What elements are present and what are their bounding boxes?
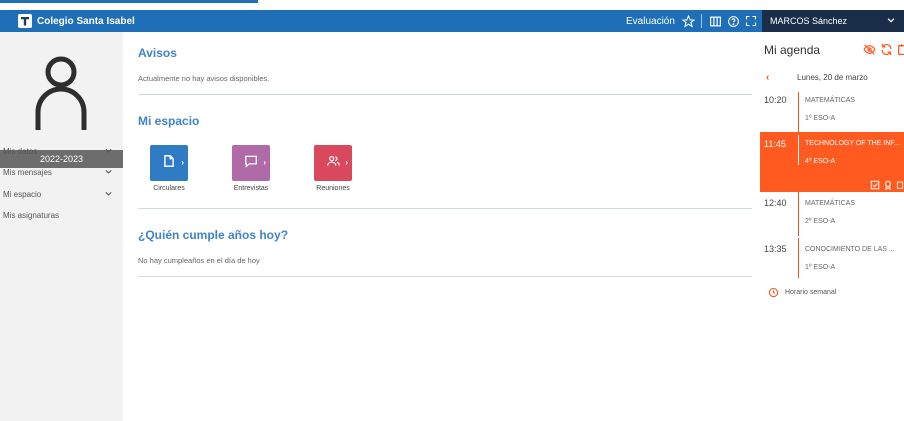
columns-icon[interactable]: [707, 13, 723, 29]
top-bar: Colegio Santa Isabel Evaluación MARCOS S…: [0, 10, 904, 32]
fullscreen-icon[interactable]: [743, 13, 759, 29]
help-icon[interactable]: [725, 13, 741, 29]
evaluation-link[interactable]: Evaluación: [626, 10, 675, 32]
sidebar-item-mis-asignaturas[interactable]: Mis asignaturas: [0, 206, 123, 224]
refresh-icon[interactable]: [880, 43, 894, 57]
tile-label: Entrevistas: [233, 185, 269, 192]
brand[interactable]: Colegio Santa Isabel: [18, 13, 135, 29]
user-menu[interactable]: MARCOS Sánchez: [762, 10, 904, 32]
main-content: Avisos Actualmente no hay avisos disponi…: [123, 32, 760, 421]
slot-time: 12:40: [764, 198, 787, 208]
slot-time: 13:35: [764, 244, 787, 254]
brand-name: Colegio Santa Isabel: [37, 15, 135, 27]
birthdays-title: ¿Quién cumple años hoy?: [138, 228, 289, 242]
sidebar-item-mis-datos[interactable]: Mis datos: [0, 142, 123, 160]
document-icon: [162, 154, 176, 173]
agenda-slot[interactable]: 12:40 MATEMÁTICAS 2º ESO-A: [760, 192, 904, 238]
slot-bar: [798, 92, 799, 132]
slot-group: 2º ESO-A: [805, 218, 836, 225]
slot-group: 1º ESO-A: [805, 264, 836, 271]
slot-time: 10:20: [764, 95, 787, 105]
chevron-down-icon: [886, 15, 896, 27]
notices-empty-text: Actualmente no hay avisos disponibles.: [138, 74, 270, 83]
sidebar-item-mis-mensajes[interactable]: Mis mensajes: [0, 163, 123, 181]
agenda-panel: Mi agenda ‹ Lunes, 20 de marzo 10:20 MAT…: [760, 32, 904, 421]
calendar-icon[interactable]: [897, 43, 904, 57]
chat-icon: [244, 154, 258, 173]
sidebar-item-label: Mis datos: [3, 146, 38, 156]
slot-time: 11:45: [764, 139, 786, 149]
agenda-slot[interactable]: 13:35 CONOCIMIENTO DE LAS ... 1º ESO-A: [760, 238, 904, 284]
my-space-title: Mi espacio: [138, 114, 200, 128]
sidebar-item-label: Mi espacio: [3, 189, 42, 199]
chevron-down-icon: [104, 189, 113, 200]
star-icon[interactable]: [680, 13, 696, 29]
agenda-date: Lunes, 20 de marzo: [797, 73, 868, 82]
school-logo-icon: [18, 14, 32, 28]
slot-subject: MATEMÁTICAS: [805, 200, 856, 207]
slot-subject: TECHNOLOGY OF THE INF...: [805, 140, 900, 147]
slot-group: 1º ESO-A: [805, 115, 836, 122]
section-divider: [138, 208, 752, 209]
weekly-schedule-link[interactable]: Horario semanal: [768, 287, 836, 298]
people-icon: [326, 154, 341, 173]
notices-title: Avisos: [138, 46, 177, 60]
slot-subject: MATEMÁTICAS: [805, 97, 856, 104]
slot-bar: [798, 238, 799, 278]
chevron-right-icon: ›: [263, 158, 266, 167]
tile-label: Circulares: [153, 185, 185, 192]
previous-day-button[interactable]: ‹: [766, 72, 769, 83]
agenda-slot-active[interactable]: 11:45 TECHNOLOGY OF THE INF... 4º ESO-A: [760, 132, 904, 192]
slot-bar: [798, 135, 799, 165]
circulars-tile[interactable]: ›: [150, 145, 188, 181]
sidebar-item-label: Mis asignaturas: [3, 210, 60, 220]
top-accent-line: [0, 0, 258, 3]
tile-label: Reuniones: [316, 185, 350, 192]
eye-off-icon[interactable]: [863, 43, 877, 57]
slot-subject: CONOCIMIENTO DE LAS ...: [805, 246, 895, 253]
agenda-slot[interactable]: 10:20 MATEMÁTICAS 1º ESO-A: [760, 90, 904, 134]
meetings-tile[interactable]: ›: [314, 145, 352, 181]
sidebar-item-label: Mis mensajes: [3, 167, 52, 177]
chevron-right-icon: ›: [181, 158, 184, 167]
birthdays-empty-text: No hay cumpleaños en el día de hoy: [138, 256, 260, 265]
slot-bar: [798, 192, 799, 236]
section-divider: [138, 276, 752, 277]
section-divider: [138, 94, 752, 95]
avatar: [31, 50, 91, 132]
slot-group: 4º ESO-A: [805, 158, 836, 165]
interviews-tile[interactable]: ›: [232, 145, 270, 181]
agenda-title: Mi agenda: [764, 43, 821, 57]
clock-icon: [768, 287, 779, 298]
weekly-schedule-label: Horario semanal: [785, 289, 837, 296]
chevron-down-icon: [104, 167, 113, 178]
sidebar-item-mi-espacio[interactable]: Mi espacio: [0, 185, 123, 203]
chevron-down-icon: [104, 146, 113, 157]
chevron-right-icon: ›: [345, 158, 348, 167]
sidebar: 2022-2023 Mis datos Mis mensajes Mi espa…: [0, 32, 123, 421]
user-name: MARCOS Sánchez: [770, 16, 848, 26]
divider: [701, 14, 702, 28]
